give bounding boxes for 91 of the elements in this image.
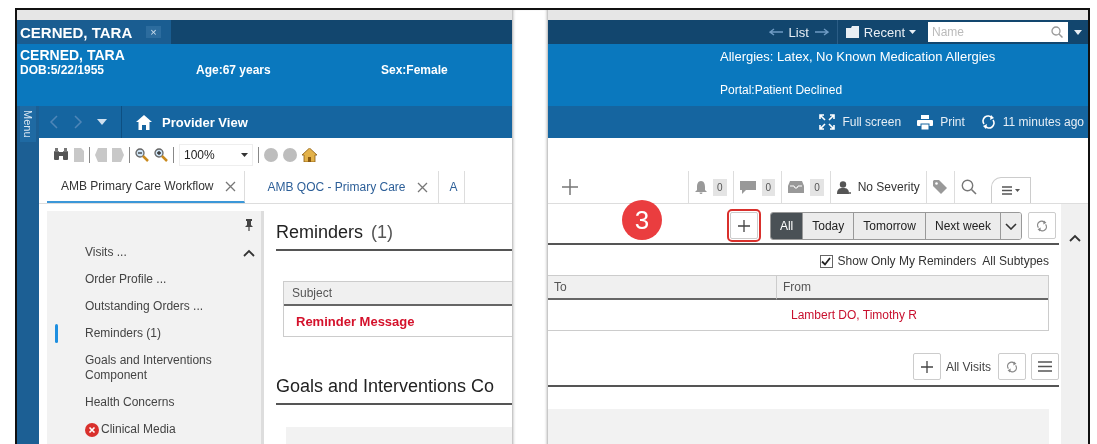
search-field[interactable]: Name (928, 22, 1068, 42)
caret-icon (909, 30, 916, 34)
subtypes-link[interactable]: All Subtypes (982, 254, 1049, 269)
expand-icon (819, 114, 836, 130)
folder-icon (845, 26, 860, 38)
step-number-badge: 3 (622, 200, 662, 240)
refresh-button[interactable]: 11 minutes ago (980, 115, 1084, 129)
checkmark-icon (821, 256, 832, 266)
refresh-icon (1036, 219, 1048, 232)
caret-icon (241, 152, 248, 157)
message-icon[interactable] (739, 180, 756, 194)
zoom-in-icon[interactable] (154, 147, 168, 162)
portal-status: Portal:Patient Declined (720, 83, 844, 97)
patient-name: CERNED, TARA (20, 48, 126, 63)
plus-icon (737, 219, 750, 232)
refresh-icon (1006, 360, 1018, 373)
menu-icon (1001, 186, 1020, 195)
section-title: Reminders (276, 221, 364, 243)
sidebar-item[interactable]: Health Concerns (55, 389, 237, 416)
sex-text: Sex:Female (381, 63, 448, 77)
menu-tab[interactable]: Menu (20, 106, 36, 142)
refresh-icon (980, 115, 996, 129)
count-badge: 0 (810, 178, 824, 196)
patient-tab[interactable]: CERNED, TARA × (17, 20, 171, 44)
reminder-count: (1) (371, 221, 394, 243)
tag-icon[interactable] (932, 179, 948, 195)
column-header: From (776, 276, 1048, 301)
printer-icon (917, 114, 934, 130)
view-title: Provider View (162, 114, 248, 130)
view-tab[interactable]: AMB QOC - Primary Care (245, 171, 440, 203)
view-tab[interactable]: A (439, 171, 465, 203)
left-arrow-icon[interactable] (768, 28, 783, 36)
filter-button[interactable]: Today (802, 212, 854, 239)
filter-button[interactable]: All (770, 212, 803, 239)
scroll-up-icon[interactable] (243, 249, 255, 257)
chevron-down-icon (1005, 222, 1017, 230)
print-button[interactable]: Print (917, 114, 965, 130)
house-icon[interactable] (302, 147, 317, 162)
sidebar-item[interactable]: Outstanding Orders ... (55, 293, 237, 320)
close-button[interactable]: × (146, 26, 161, 38)
close-icon[interactable] (225, 180, 237, 192)
search-icon[interactable] (1051, 26, 1063, 38)
section-title: Goals and Interventions Co (276, 375, 495, 397)
sidebar-item[interactable]: Goals and Interventions Component (55, 347, 237, 389)
recent-dropdown[interactable]: Recent (845, 24, 916, 40)
full-screen-button[interactable]: Full screen (819, 114, 902, 130)
date-of-birth: DOB:5/22/1955 (20, 63, 106, 77)
close-icon[interactable] (417, 181, 429, 193)
inbox-icon[interactable] (788, 181, 805, 193)
add-button[interactable] (912, 353, 941, 381)
more-filters-button[interactable] (1000, 212, 1021, 239)
pin-icon[interactable] (245, 219, 253, 231)
view-tab[interactable]: AMB Primary Care Workflow (47, 171, 246, 203)
count-badge: 0 (761, 178, 776, 196)
binoculars-icon[interactable] (53, 148, 69, 161)
zoom-out-icon[interactable] (135, 147, 149, 162)
sidebar-item[interactable]: Clinical Media (55, 416, 237, 443)
search-icon[interactable] (960, 179, 977, 195)
person-icon (836, 180, 851, 194)
refresh-button[interactable] (998, 353, 1026, 381)
sidebar-item[interactable]: Reminders (1) (55, 320, 237, 347)
allergies-text: Allergies: Latex, No Known Medication Allergies (720, 48, 997, 65)
dropdown-caret-icon[interactable] (97, 119, 107, 125)
visit-filter[interactable]: All Visits (945, 359, 991, 374)
menu-icon (1038, 361, 1052, 373)
zoom-dropdown[interactable]: 100% (179, 143, 253, 166)
tab-menu-button[interactable] (990, 177, 1031, 203)
refresh-button[interactable] (1028, 212, 1056, 240)
reminder-subject-link[interactable]: Reminder Message (296, 313, 415, 329)
dropdown-caret-icon[interactable] (1074, 29, 1082, 35)
home-icon[interactable] (136, 114, 152, 130)
age-text: Age:67 years (196, 63, 272, 77)
sidebar-item[interactable]: Order Profile ... (55, 266, 237, 293)
add-tab-icon[interactable] (562, 179, 578, 195)
severity-button[interactable]: No Severity (829, 171, 926, 203)
menu-button[interactable] (1031, 353, 1059, 381)
right-arrow-icon[interactable] (814, 28, 829, 36)
scroll-up-icon[interactable] (1068, 234, 1081, 242)
bell-icon[interactable] (695, 180, 707, 194)
patient-list-link[interactable]: List (788, 24, 809, 40)
column-header: Subject (284, 282, 512, 306)
sender-name: Lambert DO, Timothy R (791, 308, 918, 323)
filter-button[interactable]: Next week (924, 212, 1000, 239)
filter-button[interactable]: Tomorrow (853, 212, 925, 239)
plus-icon (920, 360, 933, 373)
show-only-my-reminders-checkbox[interactable]: Show Only My Reminders (819, 254, 977, 269)
count-badge: 0 (713, 178, 727, 196)
error-icon (85, 422, 99, 437)
add-button[interactable] (729, 212, 758, 240)
sidebar-item[interactable]: Visits ... (55, 239, 237, 266)
column-header: To (548, 276, 776, 301)
